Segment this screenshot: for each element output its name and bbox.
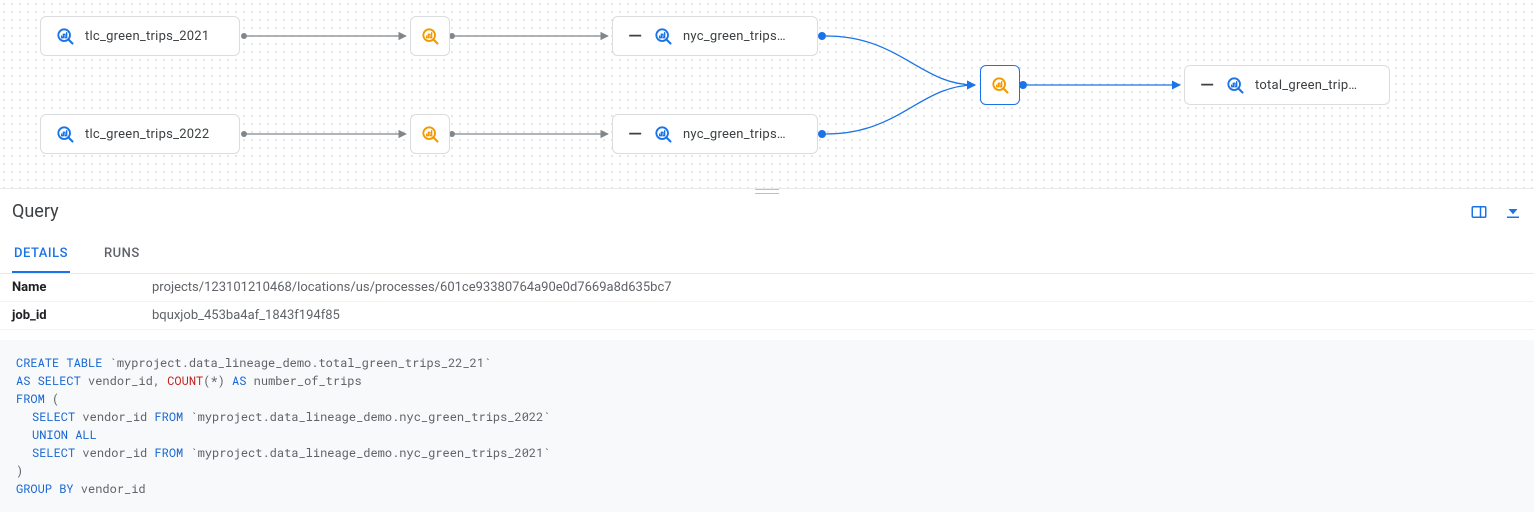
minus-icon: — (1199, 75, 1215, 96)
node-label: tlc_green_trips_2021 (85, 29, 209, 44)
panel-title: Query (12, 201, 59, 222)
node-intermediate-2[interactable]: — nyc_green_trips… (612, 114, 818, 154)
node-merge-process[interactable] (980, 65, 1020, 105)
node-output[interactable]: — total_green_trip… (1184, 65, 1390, 105)
node-intermediate-1[interactable]: — nyc_green_trips… (612, 16, 818, 56)
node-label: total_green_trip… (1255, 78, 1357, 93)
bigquery-icon (420, 26, 440, 46)
tab-runs[interactable]: RUNS (102, 238, 142, 273)
detail-row-name: Name projects/123101210468/locations/us/… (0, 274, 1534, 302)
detail-key: job_id (12, 308, 152, 323)
bigquery-icon (653, 26, 673, 46)
node-label: nyc_green_trips… (683, 127, 786, 142)
collapse-panel-icon[interactable] (1504, 203, 1522, 221)
detail-key: Name (12, 280, 152, 295)
sql-code-block: CREATE TABLE `myproject.data_lineage_dem… (0, 340, 1534, 512)
panel-tabs: DETAILS RUNS (0, 238, 1534, 274)
detail-value: bquxjob_453ba4af_1843f194f85 (152, 308, 340, 323)
bigquery-icon (420, 124, 440, 144)
bigquery-icon (1225, 75, 1245, 95)
node-process-1[interactable] (410, 16, 450, 56)
lineage-canvas[interactable]: tlc_green_trips_2021 — nyc_green_trips… … (0, 0, 1534, 188)
bigquery-icon (653, 124, 673, 144)
bigquery-icon (55, 124, 75, 144)
node-process-2[interactable] (410, 114, 450, 154)
minus-icon: — (627, 124, 643, 145)
minus-icon: — (627, 26, 643, 47)
node-source-2[interactable]: tlc_green_trips_2022 (40, 114, 240, 154)
node-label: tlc_green_trips_2022 (85, 127, 209, 142)
node-source-1[interactable]: tlc_green_trips_2021 (40, 16, 240, 56)
detail-row-jobid: job_id bquxjob_453ba4af_1843f194f85 (0, 302, 1534, 330)
node-label: nyc_green_trips… (683, 29, 786, 44)
side-panel-icon[interactable] (1470, 203, 1488, 221)
detail-value: projects/123101210468/locations/us/proce… (152, 280, 672, 295)
bigquery-icon (990, 75, 1010, 95)
tab-details[interactable]: DETAILS (12, 238, 70, 273)
bigquery-icon (55, 26, 75, 46)
